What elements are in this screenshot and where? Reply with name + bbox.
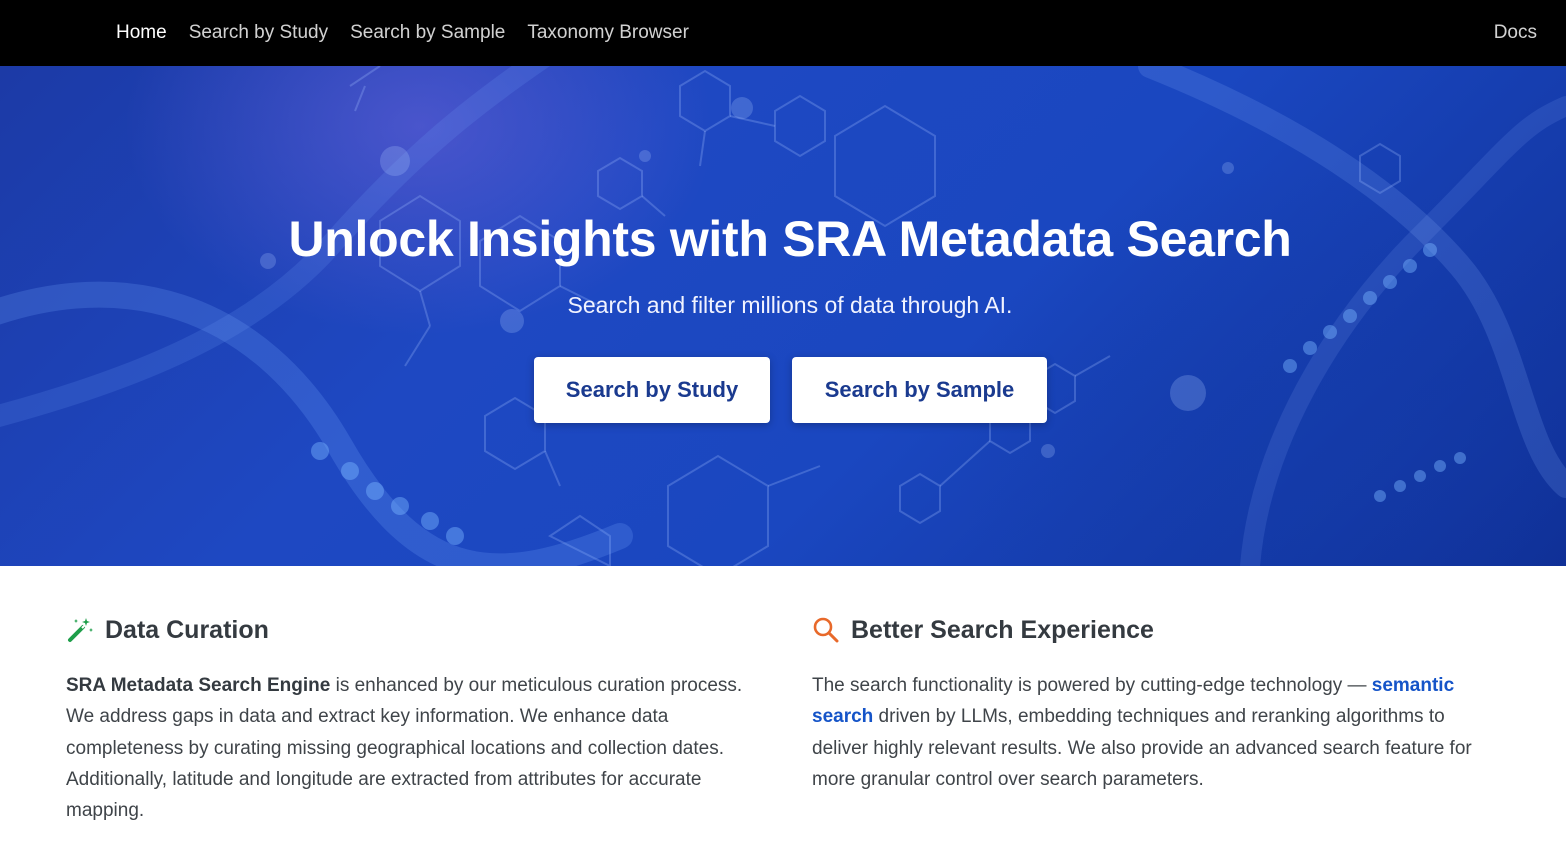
engine-name: SRA Metadata Search Engine bbox=[66, 675, 331, 696]
feature-header: Data Curation bbox=[66, 610, 766, 650]
nav-home[interactable]: Home bbox=[116, 22, 167, 44]
search-text-before: The search functionality is powered by c… bbox=[812, 675, 1372, 696]
nav-links: Home Search by Study Search by Sample Ta… bbox=[116, 0, 711, 66]
feature-title: Better Search Experience bbox=[851, 615, 1154, 644]
nav-search-by-sample[interactable]: Search by Sample bbox=[350, 22, 505, 44]
nav-docs[interactable]: Docs bbox=[1494, 22, 1537, 44]
hero-banner: Unlock Insights with SRA Metadata Search… bbox=[0, 66, 1566, 566]
feature-description: SRA Metadata Search Engine is enhanced b… bbox=[66, 670, 766, 826]
nav-right: Docs bbox=[1494, 0, 1537, 66]
curation-text: is enhanced by our meticulous curation p… bbox=[66, 675, 743, 822]
hero-subtitle: Search and filter millions of data throu… bbox=[567, 292, 1013, 318]
feature-better-search: Better Search Experience The search func… bbox=[812, 610, 1502, 795]
top-navbar: Home Search by Study Search by Sample Ta… bbox=[0, 0, 1566, 66]
search-icon bbox=[812, 616, 840, 644]
magic-wand-icon bbox=[66, 616, 94, 644]
search-by-study-button[interactable]: Search by Study bbox=[534, 357, 770, 423]
feature-data-curation: Data Curation SRA Metadata Search Engine… bbox=[66, 610, 766, 826]
search-text-after: driven by LLMs, embedding techniques and… bbox=[812, 706, 1472, 790]
feature-header: Better Search Experience bbox=[812, 610, 1502, 650]
nav-search-by-study[interactable]: Search by Study bbox=[189, 22, 328, 44]
nav-taxonomy-browser[interactable]: Taxonomy Browser bbox=[527, 22, 689, 44]
feature-description: The search functionality is powered by c… bbox=[812, 670, 1502, 795]
search-by-sample-button[interactable]: Search by Sample bbox=[792, 357, 1047, 423]
feature-title: Data Curation bbox=[105, 615, 269, 644]
hero-title: Unlock Insights with SRA Metadata Search bbox=[288, 211, 1292, 267]
